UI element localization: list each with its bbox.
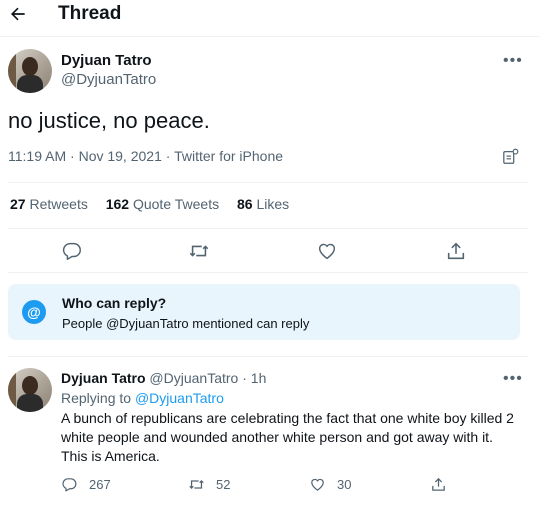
replying-to: Replying to @DyjuanTatro	[61, 390, 224, 406]
retweet-button[interactable]: 52	[188, 474, 230, 494]
likes-stat[interactable]: 86 Likes	[237, 196, 289, 212]
share-icon	[432, 477, 445, 491]
more-icon[interactable]: •••	[503, 370, 523, 388]
reply-author-name[interactable]: Dyjuan Tatro	[61, 370, 146, 386]
like-icon	[311, 478, 324, 491]
at-icon: @	[22, 300, 46, 324]
reply-header: Dyjuan Tatro @DyjuanTatro · 1h	[61, 370, 266, 386]
author-name[interactable]: Dyjuan Tatro	[61, 52, 152, 69]
retweets-stat[interactable]: 27 Retweets	[10, 196, 88, 212]
retweet-icon	[189, 479, 204, 489]
like-button[interactable]: 30	[309, 474, 351, 494]
separator: ·	[70, 148, 75, 164]
replying-to-label: Replying to	[61, 390, 132, 406]
reply-count: 267	[89, 476, 111, 492]
divider	[0, 36, 540, 37]
separator: ·	[165, 148, 171, 164]
replying-to-handle[interactable]: @DyjuanTatro	[135, 390, 224, 406]
reply-button[interactable]: 267	[61, 474, 111, 494]
who-can-reply-box: @ Who can reply? People @DyjuanTatro men…	[8, 284, 520, 340]
avatar[interactable]	[8, 49, 52, 93]
tweet-time[interactable]: 11:19 AM	[8, 148, 66, 164]
reply-icon	[62, 477, 77, 491]
tweet-source[interactable]: Twitter for iPhone	[174, 148, 283, 164]
retweet-count: 52	[216, 476, 231, 492]
divider	[8, 182, 528, 183]
header: Thread	[0, 0, 540, 30]
reply-avatar[interactable]	[8, 368, 52, 412]
page-title: Thread	[58, 3, 122, 24]
tweet-text: no justice, no peace.	[8, 108, 210, 133]
tweet-meta: 11:19 AM · Nov 19, 2021 · Twitter for iP…	[8, 148, 283, 164]
reply-text: A bunch of republicans are celebrating t…	[61, 410, 514, 464]
more-icon[interactable]: •••	[503, 52, 523, 70]
share-button[interactable]	[430, 474, 447, 494]
divider	[8, 356, 528, 357]
who-can-reply-description: People @DyjuanTatro mentioned can reply	[62, 316, 310, 331]
retweet-icon[interactable]	[188, 240, 210, 262]
reply-author-handle[interactable]: @DyjuanTatro	[149, 370, 238, 386]
author-handle[interactable]: @DyjuanTatro	[61, 71, 156, 88]
share-icon[interactable]	[445, 240, 467, 262]
quote-tweets-stat[interactable]: 162 Quote Tweets	[106, 196, 219, 212]
who-can-reply-title: Who can reply?	[62, 295, 167, 311]
back-arrow-icon[interactable]	[8, 4, 28, 24]
like-icon[interactable]	[316, 240, 338, 262]
tweet-stats: 27 Retweets 162 Quote Tweets 86 Likes	[10, 196, 303, 212]
divider	[8, 272, 528, 273]
analytics-icon[interactable]	[502, 148, 520, 166]
like-count: 30	[337, 476, 352, 492]
separator: ·	[242, 370, 247, 386]
tweet-date[interactable]: Nov 19, 2021	[79, 148, 162, 164]
reply-icon[interactable]	[61, 240, 83, 262]
reply-time[interactable]: 1h	[251, 370, 267, 386]
divider	[8, 228, 528, 229]
